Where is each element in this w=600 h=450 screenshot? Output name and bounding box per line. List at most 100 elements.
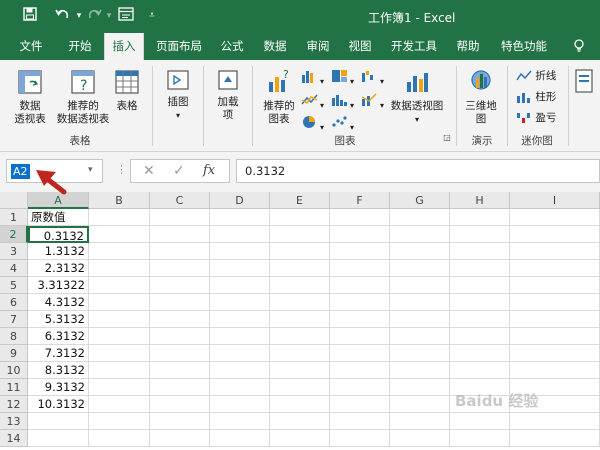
cell-d2[interactable] bbox=[210, 226, 270, 243]
column-chart-button[interactable]: ▾ bbox=[300, 68, 324, 87]
cell-c5[interactable] bbox=[150, 277, 210, 294]
cell-b2[interactable] bbox=[89, 226, 150, 243]
enter-icon[interactable]: ✓ bbox=[173, 163, 185, 179]
column-header-a[interactable]: A bbox=[28, 192, 89, 209]
cell-h5[interactable] bbox=[450, 277, 510, 294]
row-header-11[interactable]: 11 bbox=[0, 379, 28, 396]
tab-help[interactable]: 帮助 bbox=[448, 33, 488, 60]
cell-b14[interactable] bbox=[89, 430, 150, 447]
row-header-9[interactable]: 9 bbox=[0, 345, 28, 362]
cell-g14[interactable] bbox=[390, 430, 450, 447]
cell-a14[interactable] bbox=[28, 430, 89, 447]
charts-dialog-launcher-icon[interactable]: ◲ bbox=[442, 133, 452, 142]
cell-f10[interactable] bbox=[330, 362, 390, 379]
row-header-13[interactable]: 13 bbox=[0, 413, 28, 430]
cell-e2[interactable] bbox=[270, 226, 330, 243]
addins-button[interactable]: 加载 项 bbox=[208, 68, 248, 122]
cell-e3[interactable] bbox=[270, 243, 330, 260]
sparkline-column-button[interactable]: 柱形 bbox=[516, 89, 556, 104]
cell-g12[interactable] bbox=[390, 396, 450, 413]
column-header-i[interactable]: I bbox=[510, 192, 600, 209]
row-header-4[interactable]: 4 bbox=[0, 260, 28, 277]
undo-icon[interactable] bbox=[52, 7, 72, 25]
cell-i4[interactable] bbox=[510, 260, 600, 277]
cell-f4[interactable] bbox=[330, 260, 390, 277]
column-header-e[interactable]: E bbox=[270, 192, 330, 209]
customize-qat-icon[interactable]: ⩡ bbox=[146, 10, 158, 21]
cell-h4[interactable] bbox=[450, 260, 510, 277]
cell-i3[interactable] bbox=[510, 243, 600, 260]
cell-a11[interactable]: 9.3132 bbox=[28, 379, 89, 396]
cell-f12[interactable] bbox=[330, 396, 390, 413]
illustrations-button[interactable]: 插图 ▾ bbox=[158, 68, 198, 122]
cell-g3[interactable] bbox=[390, 243, 450, 260]
combo-chart-button[interactable]: ▾ bbox=[360, 92, 384, 111]
3d-map-button[interactable]: 三维地 图 bbox=[460, 68, 502, 126]
cell-c7[interactable] bbox=[150, 311, 210, 328]
column-header-g[interactable]: G bbox=[390, 192, 450, 209]
cell-d3[interactable] bbox=[210, 243, 270, 260]
cell-a6[interactable]: 4.3132 bbox=[28, 294, 89, 311]
cell-f6[interactable] bbox=[330, 294, 390, 311]
column-header-d[interactable]: D bbox=[210, 192, 270, 209]
cell-b8[interactable] bbox=[89, 328, 150, 345]
cell-g2[interactable] bbox=[390, 226, 450, 243]
cell-i2[interactable] bbox=[510, 226, 600, 243]
cell-f5[interactable] bbox=[330, 277, 390, 294]
cell-d8[interactable] bbox=[210, 328, 270, 345]
row-header-8[interactable]: 8 bbox=[0, 328, 28, 345]
cell-b11[interactable] bbox=[89, 379, 150, 396]
cell-g6[interactable] bbox=[390, 294, 450, 311]
cell-b3[interactable] bbox=[89, 243, 150, 260]
cell-g13[interactable] bbox=[390, 413, 450, 430]
cell-b4[interactable] bbox=[89, 260, 150, 277]
row-header-7[interactable]: 7 bbox=[0, 311, 28, 328]
worksheet-grid[interactable]: A B C D E F G H I 1 原数值 2 0.3132 3 1.3132 4 2.3132 5 3.313… bbox=[0, 192, 600, 450]
cell-i10[interactable] bbox=[510, 362, 600, 379]
cell-f1[interactable] bbox=[330, 209, 390, 226]
hierarchy-chart-button[interactable]: ▾ bbox=[330, 68, 354, 87]
cell-f7[interactable] bbox=[330, 311, 390, 328]
cell-e10[interactable] bbox=[270, 362, 330, 379]
cell-d7[interactable] bbox=[210, 311, 270, 328]
cell-i7[interactable] bbox=[510, 311, 600, 328]
cell-e11[interactable] bbox=[270, 379, 330, 396]
cell-g7[interactable] bbox=[390, 311, 450, 328]
tab-home[interactable]: 开始 bbox=[58, 33, 102, 60]
cell-c12[interactable] bbox=[150, 396, 210, 413]
cell-f3[interactable] bbox=[330, 243, 390, 260]
cell-b6[interactable] bbox=[89, 294, 150, 311]
cell-b12[interactable] bbox=[89, 396, 150, 413]
tab-view[interactable]: 视图 bbox=[340, 33, 380, 60]
tab-special-features[interactable]: 特色功能 bbox=[492, 33, 556, 60]
cell-h9[interactable] bbox=[450, 345, 510, 362]
cell-a9[interactable]: 7.3132 bbox=[28, 345, 89, 362]
row-header-1[interactable]: 1 bbox=[0, 209, 28, 226]
cell-h1[interactable] bbox=[450, 209, 510, 226]
cell-e12[interactable] bbox=[270, 396, 330, 413]
recommended-charts-button[interactable]: ? 推荐的 图表 bbox=[258, 68, 300, 126]
cell-c11[interactable] bbox=[150, 379, 210, 396]
statistic-chart-button[interactable]: ▾ bbox=[330, 92, 354, 111]
cell-a8[interactable]: 6.3132 bbox=[28, 328, 89, 345]
cell-b13[interactable] bbox=[89, 413, 150, 430]
cell-h8[interactable] bbox=[450, 328, 510, 345]
pie-chart-button[interactable]: ▾ bbox=[300, 114, 324, 133]
redo-icon[interactable] bbox=[86, 7, 104, 25]
insert-function-icon[interactable]: fx bbox=[203, 163, 215, 178]
cell-d5[interactable] bbox=[210, 277, 270, 294]
cell-h2[interactable] bbox=[450, 226, 510, 243]
cell-a13[interactable] bbox=[28, 413, 89, 430]
cell-e7[interactable] bbox=[270, 311, 330, 328]
cell-g10[interactable] bbox=[390, 362, 450, 379]
cell-c2[interactable] bbox=[150, 226, 210, 243]
column-header-b[interactable]: B bbox=[89, 192, 150, 209]
cell-i1[interactable] bbox=[510, 209, 600, 226]
tab-data[interactable]: 数据 bbox=[256, 33, 294, 60]
form-icon[interactable] bbox=[116, 7, 136, 25]
cell-e1[interactable] bbox=[270, 209, 330, 226]
cell-c1[interactable] bbox=[150, 209, 210, 226]
cell-c10[interactable] bbox=[150, 362, 210, 379]
cell-e4[interactable] bbox=[270, 260, 330, 277]
cell-c3[interactable] bbox=[150, 243, 210, 260]
